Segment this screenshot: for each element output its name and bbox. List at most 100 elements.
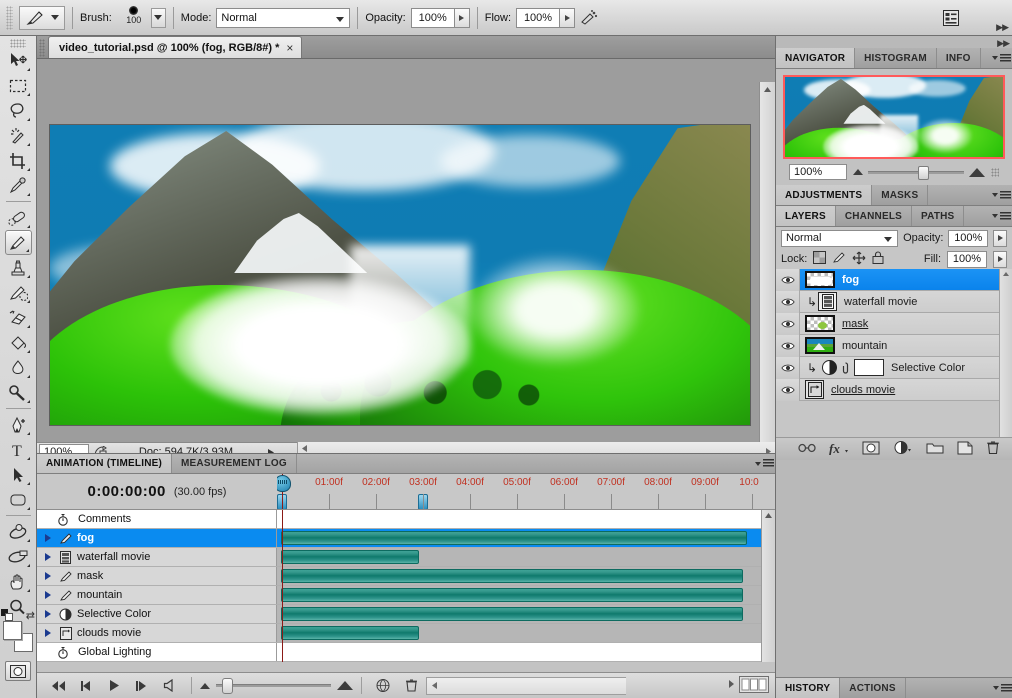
lock-transparent-pixels-icon[interactable] xyxy=(813,251,827,267)
canvas-vertical-scrollbar[interactable] xyxy=(759,82,775,462)
tab-animation-timeline[interactable]: ANIMATION (TIMELINE) xyxy=(37,454,173,473)
zoom-slider-track[interactable] xyxy=(216,678,331,694)
adjustment-layer-thumbnail[interactable] xyxy=(822,360,837,375)
delete-layer-button[interactable] xyxy=(986,440,1000,458)
layer-opacity-slider-button[interactable] xyxy=(993,229,1008,247)
3d-object-rotate-tool[interactable] xyxy=(5,519,32,544)
navigator-zoom-slider[interactable] xyxy=(852,165,985,180)
fill-slider-button[interactable] xyxy=(993,250,1007,268)
track-lane[interactable] xyxy=(277,643,775,662)
timeline-row-waterfall-movie[interactable]: waterfall movie xyxy=(37,548,775,567)
clip-bar[interactable] xyxy=(281,569,743,583)
go-to-first-frame-button[interactable] xyxy=(45,676,71,696)
brush-preset-preview[interactable]: 100 xyxy=(117,5,151,31)
zoom-in-icon[interactable] xyxy=(968,167,985,177)
add-layer-style-button[interactable]: fx xyxy=(829,441,849,458)
rectangular-marquee-tool[interactable] xyxy=(5,73,32,98)
layer-name[interactable]: waterfall movie xyxy=(844,296,917,308)
layer-name[interactable]: mountain xyxy=(842,340,887,352)
layer-name[interactable]: clouds movie xyxy=(831,384,895,396)
zoom-out-icon[interactable] xyxy=(200,682,210,689)
convert-to-frame-animation-button[interactable] xyxy=(739,675,769,696)
resize-grip[interactable] xyxy=(990,167,999,177)
layer-thumbnail[interactable] xyxy=(805,315,835,332)
clip-bar[interactable] xyxy=(281,607,743,621)
track-lane[interactable] xyxy=(277,605,775,624)
layer-visibility-toggle[interactable] xyxy=(776,268,800,291)
track-label-cell[interactable]: fog xyxy=(37,529,277,547)
tab-measurement-log[interactable]: MEASUREMENT LOG xyxy=(172,454,297,473)
animation-panel-menu-button[interactable] xyxy=(753,454,775,473)
track-lane[interactable] xyxy=(277,510,775,529)
layers-scrollbar[interactable] xyxy=(999,269,1012,437)
navigator-thumbnail[interactable] xyxy=(783,75,1005,159)
stopwatch-icon[interactable] xyxy=(55,513,70,526)
track-label-cell[interactable]: Comments xyxy=(37,510,277,528)
brush-preset-picker-button[interactable] xyxy=(150,7,166,28)
layer-name[interactable]: Selective Color xyxy=(891,362,965,374)
history-brush-tool[interactable] xyxy=(5,280,32,305)
options-bar-collapse-icon[interactable]: ▶▶ xyxy=(996,22,1009,33)
layer-visibility-toggle[interactable] xyxy=(776,290,800,313)
flow-input[interactable]: 100% xyxy=(516,7,561,28)
layer-row-mask[interactable]: mask xyxy=(776,312,1012,335)
twirl-icon[interactable] xyxy=(45,572,51,580)
scroll-left-icon[interactable] xyxy=(431,681,439,690)
horizontal-type-tool[interactable]: T xyxy=(5,437,32,462)
stopwatch-icon[interactable] xyxy=(55,646,70,659)
opacity-slider-button[interactable] xyxy=(454,7,470,28)
tab-history[interactable]: HISTORY xyxy=(776,678,841,698)
navigator-panel-menu-button[interactable] xyxy=(990,48,1012,68)
twirl-icon[interactable] xyxy=(45,553,51,561)
scroll-left-icon[interactable] xyxy=(301,444,309,453)
tab-paths[interactable]: PATHS xyxy=(912,206,965,226)
scroll-up-icon[interactable] xyxy=(762,510,775,519)
clip-bar[interactable] xyxy=(281,550,419,564)
lock-all-icon[interactable] xyxy=(872,251,884,267)
tab-navigator[interactable]: NAVIGATOR xyxy=(776,48,856,68)
tab-masks[interactable]: MASKS xyxy=(872,185,929,205)
lock-image-pixels-icon[interactable] xyxy=(832,251,846,267)
tab-info[interactable]: INFO xyxy=(937,48,981,68)
timeline-row-selective-color[interactable]: Selective Color xyxy=(37,605,775,624)
timeline-horizontal-scrollbar[interactable] xyxy=(426,676,626,695)
clip-bar[interactable] xyxy=(281,588,743,602)
layer-visibility-toggle[interactable] xyxy=(776,356,800,379)
layer-row-mountain[interactable]: mountain xyxy=(776,334,1012,357)
pen-tool[interactable] xyxy=(5,412,32,437)
layer-visibility-toggle[interactable] xyxy=(776,378,800,401)
track-label-cell[interactable]: mountain xyxy=(37,586,277,604)
layer-thumbnail[interactable] xyxy=(805,337,835,354)
track-lane[interactable] xyxy=(277,567,775,586)
quick-mask-mode-button[interactable] xyxy=(5,661,31,681)
adjustments-panel-menu-button[interactable] xyxy=(990,185,1012,205)
document-tabbar-grip[interactable] xyxy=(39,39,45,57)
track-label-cell[interactable]: Selective Color xyxy=(37,605,277,623)
brush-tool[interactable] xyxy=(4,230,32,255)
blur-tool[interactable] xyxy=(5,355,32,380)
swap-colors-icon[interactable]: ⇄ xyxy=(26,609,35,622)
timeline-row-fog[interactable]: fog xyxy=(37,529,775,548)
layer-opacity-input[interactable]: 100% xyxy=(948,229,989,247)
history-panel-menu-button[interactable] xyxy=(991,678,1012,698)
layer-thumbnail[interactable] xyxy=(818,292,837,311)
track-label-cell[interactable]: mask xyxy=(37,567,277,585)
clip-bar[interactable] xyxy=(281,531,747,545)
navigator-slider-thumb[interactable] xyxy=(917,165,929,180)
twirl-icon[interactable] xyxy=(45,629,51,637)
layers-panel-menu-button[interactable] xyxy=(990,206,1012,226)
magic-wand-tool[interactable] xyxy=(5,123,32,148)
tab-channels[interactable]: CHANNELS xyxy=(836,206,913,226)
opacity-input[interactable]: 100% xyxy=(410,7,455,28)
color-swatches[interactable]: ⇄ xyxy=(1,609,35,655)
playhead-handle[interactable] xyxy=(277,475,291,492)
timeline-ruler[interactable]: 01:00f 02:00f 03:00f 04:00f 05:00f 06:00… xyxy=(277,474,775,509)
foreground-color-swatch[interactable] xyxy=(3,621,22,640)
timeline-vertical-scrollbar[interactable] xyxy=(761,510,775,662)
zoom-in-icon[interactable] xyxy=(337,681,353,690)
layer-mask-thumbnail[interactable] xyxy=(854,359,884,376)
layer-thumbnail[interactable] xyxy=(805,380,824,399)
document-tab[interactable]: video_tutorial.psd @ 100% (fog, RGB/8#) … xyxy=(48,36,303,58)
rounded-rectangle-tool[interactable] xyxy=(5,487,32,512)
layer-name[interactable]: fog xyxy=(842,274,859,286)
